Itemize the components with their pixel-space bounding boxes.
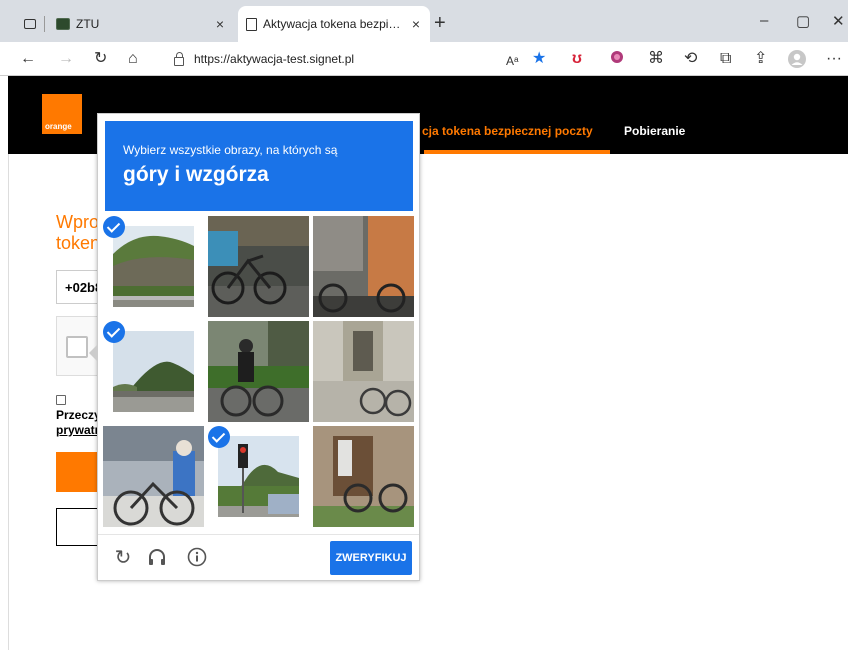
- bicycles-house-image: [313, 216, 414, 317]
- forward-icon[interactable]: →: [58, 50, 74, 68]
- reload-icon[interactable]: ↻: [112, 547, 134, 569]
- profile-avatar-icon[interactable]: [788, 50, 806, 73]
- mountain-bridge-tile[interactable]: [103, 321, 204, 422]
- orange-logo[interactable]: orange: [42, 94, 82, 134]
- captcha-target: góry i wzgórza: [123, 163, 269, 186]
- refresh-icon[interactable]: ↻: [94, 50, 107, 68]
- selected-check-icon: [103, 216, 125, 238]
- bicycles-hallway-tile[interactable]: [313, 321, 414, 422]
- read-aloud-icon[interactable]: Aᵃ: [506, 52, 518, 70]
- hill-tile-1[interactable]: [103, 216, 204, 317]
- traffic-light-hill-tile[interactable]: [208, 426, 309, 527]
- bicycles-house-tile[interactable]: [313, 216, 414, 317]
- tab-strip: ZTU × Aktywacja tokena bezpiecznej poczt…: [0, 0, 848, 42]
- maximize-button[interactable]: ▢: [796, 12, 810, 30]
- tab-separator: [44, 16, 45, 32]
- bicycles-hallway-image: [313, 321, 414, 422]
- captcha-header: Wybierz wszystkie obrazy, na których są …: [105, 121, 413, 211]
- bicycle-door-image: [313, 426, 414, 527]
- more-menu-icon[interactable]: ···: [826, 50, 842, 68]
- favorite-star-icon[interactable]: ★: [532, 50, 546, 68]
- cyclist-closeup-tile[interactable]: [103, 426, 204, 527]
- verify-button[interactable]: ZWERYFIKUJ: [330, 541, 412, 575]
- bicycle-door-tile[interactable]: [313, 426, 414, 527]
- ztu-favicon-icon: [56, 18, 70, 30]
- minimize-button[interactable]: –: [760, 12, 768, 29]
- captcha-challenge: Wybierz wszystkie obrazy, na których są …: [89, 113, 420, 581]
- address-bar[interactable]: https://aktywacja-test.signet.pl: [160, 46, 560, 72]
- lock-icon[interactable]: [174, 51, 184, 66]
- cyclist-image: [208, 321, 309, 422]
- bicycle-image: [208, 216, 309, 317]
- captcha-grid: [103, 216, 415, 528]
- browser-toolbar: ← → ↻ ⌂ https://aktywacja-test.signet.pl…: [0, 42, 848, 76]
- audio-headphones-icon[interactable]: [146, 547, 168, 569]
- tab-title: ZTU: [76, 17, 100, 31]
- nav-item-pobieranie[interactable]: Pobieranie: [624, 124, 685, 138]
- tab-title: Aktywacja tokena bezpiecznej poczty: [263, 17, 403, 31]
- tab-close-icon[interactable]: ×: [412, 16, 420, 32]
- selected-check-icon: [208, 426, 230, 448]
- tab-close-icon[interactable]: ×: [216, 16, 224, 32]
- nav-item-aktywacja[interactable]: cja tokena bezpiecznej poczty: [422, 124, 593, 138]
- back-icon[interactable]: ←: [20, 50, 36, 68]
- submit-button[interactable]: [56, 452, 100, 492]
- privacy-link[interactable]: prywatności: [56, 423, 100, 438]
- extension-icon[interactable]: [610, 50, 624, 69]
- captcha-footer: ↻ ZWERYFIKUJ: [98, 534, 419, 580]
- history-icon[interactable]: ⟲: [684, 50, 697, 68]
- document-icon: [246, 17, 257, 31]
- tab-ztu[interactable]: ZTU ×: [52, 6, 234, 42]
- hill-image: [113, 226, 194, 307]
- consent-checkbox[interactable]: [56, 395, 66, 405]
- shield-extension-icon[interactable]: ʊ: [572, 50, 582, 68]
- close-window-button[interactable]: ✕: [832, 12, 845, 30]
- url-text: https://aktywacja-test.signet.pl: [194, 52, 355, 66]
- captcha-instruction: Wybierz wszystkie obrazy, na których są: [123, 143, 338, 157]
- tab-aktywacja[interactable]: Aktywacja tokena bezpiecznej poczty ×: [238, 6, 430, 42]
- secondary-button[interactable]: [56, 508, 100, 546]
- home-icon[interactable]: ⌂: [128, 50, 138, 68]
- consent-text: Przeczytałem prywatności: [56, 408, 100, 438]
- traffic-light-image: [218, 436, 299, 517]
- mountain-image: [113, 331, 194, 412]
- recaptcha-checkbox[interactable]: [66, 336, 88, 358]
- bicycle-street-tile[interactable]: [208, 216, 309, 317]
- nav-active-indicator: [424, 150, 610, 154]
- page-border: [8, 154, 9, 650]
- tab-actions-icon[interactable]: [24, 19, 36, 29]
- info-icon[interactable]: [186, 547, 208, 569]
- selected-check-icon: [103, 321, 125, 343]
- share-icon[interactable]: ⇪: [754, 50, 767, 68]
- consent-line: Przeczytałem: [56, 408, 100, 422]
- cyclist-road-tile[interactable]: [208, 321, 309, 422]
- extensions-puzzle-icon[interactable]: ⌘: [648, 50, 664, 68]
- new-tab-button[interactable]: +: [434, 12, 446, 35]
- cyclist-closeup-image: [103, 426, 204, 527]
- collections-icon[interactable]: ⧉: [720, 50, 731, 68]
